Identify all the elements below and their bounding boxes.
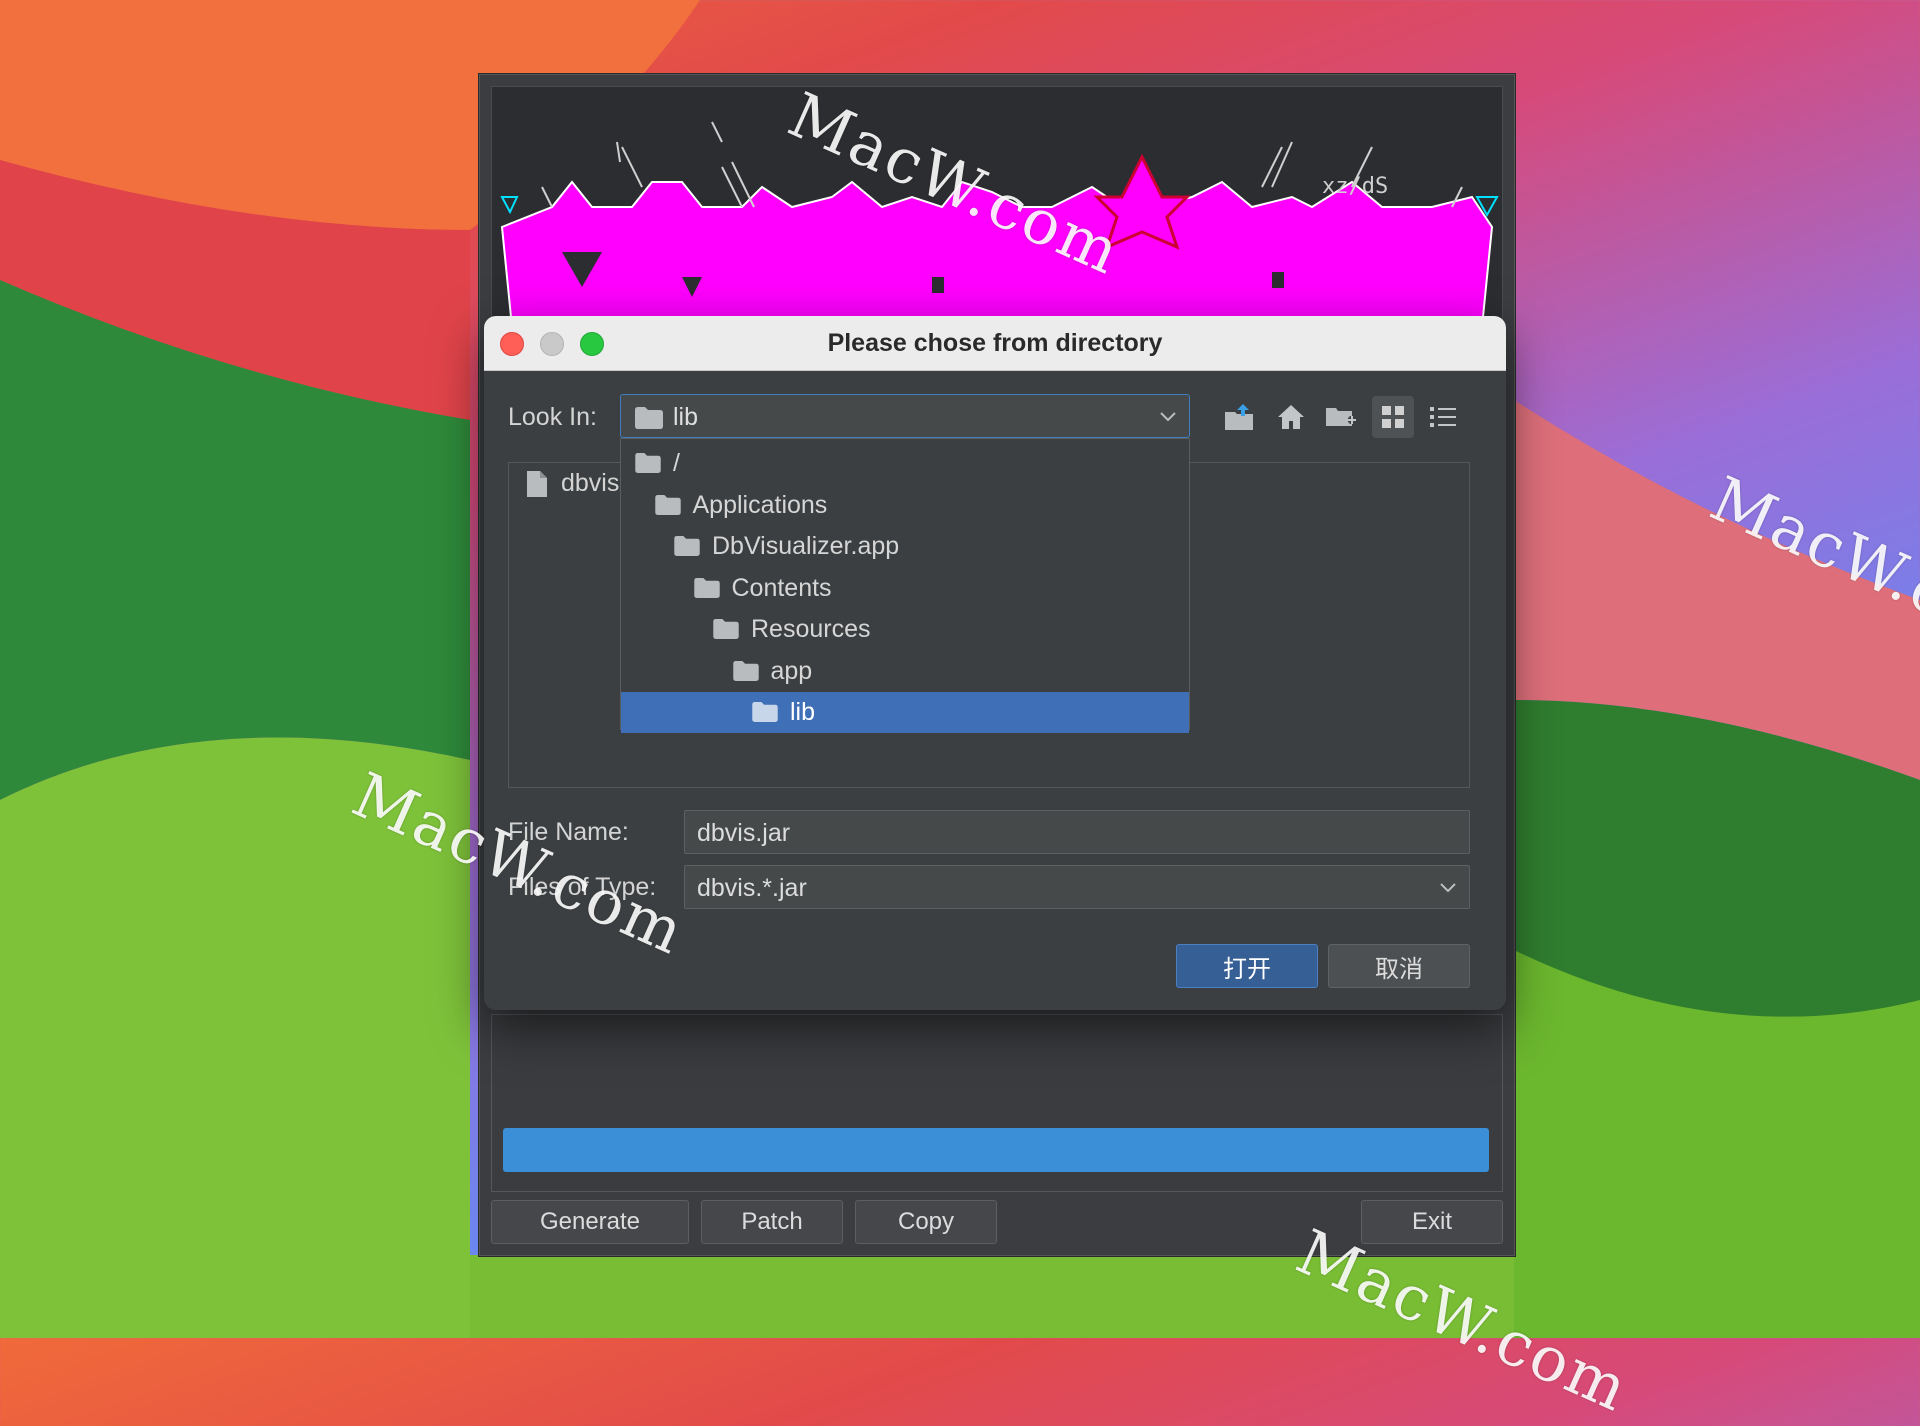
up-folder-icon[interactable] [1224,402,1254,432]
look-in-label: Look In: [508,403,597,431]
files-of-type-value: dbvis.*.jar [697,874,807,902]
folder-icon [693,577,720,598]
path-item-label: Applications [692,490,828,519]
file-item-name[interactable]: dbvis [561,469,619,498]
look-in-value: lib [673,403,699,431]
copy-button[interactable]: Copy [855,1200,997,1244]
folder-icon [732,660,759,681]
path-item-label: Resources [751,615,871,643]
generate-button[interactable]: Generate [491,1200,689,1244]
path-item-root[interactable]: / [621,443,1189,484]
new-folder-icon[interactable] [1326,402,1356,432]
file-name-value: dbvis.jar [697,819,791,847]
path-item-label: / [673,449,680,477]
close-window-button[interactable] [500,332,524,356]
zoom-window-button[interactable] [580,332,604,356]
path-item-label: lib [790,698,816,726]
path-item-dbvisualizer-app[interactable]: DbVisualizer.app [621,526,1189,567]
open-button[interactable]: 打开 [1176,944,1318,988]
progress-bar [503,1128,1489,1172]
file-name-field[interactable]: dbvis.jar [684,810,1470,854]
grid-view-icon[interactable] [1372,396,1414,438]
folder-icon [752,702,778,722]
exit-button[interactable]: Exit [1361,1200,1503,1244]
cancel-button[interactable]: 取消 [1328,944,1470,988]
path-item-label: app [770,656,813,685]
path-item-lib[interactable]: lib [621,692,1189,733]
look-in-combobox[interactable]: lib [620,394,1190,438]
folder-icon [635,453,661,473]
path-item-label: DbVisualizer.app [712,532,900,560]
path-item-contents[interactable]: Contents [621,568,1189,609]
banner-label: xz/dS [1322,174,1388,199]
path-item-applications[interactable]: Applications [621,485,1189,526]
file-icon [527,471,547,497]
chevron-down-icon[interactable] [1159,407,1177,425]
dialog-titlebar: Please chose from directory [484,316,1506,371]
chevron-down-icon[interactable] [1439,878,1457,896]
patch-button[interactable]: Patch [701,1200,843,1244]
path-item-resources[interactable]: Resources [621,609,1189,650]
list-view-icon[interactable] [1428,402,1458,432]
folder-icon [713,619,739,639]
home-icon[interactable] [1276,402,1306,432]
look-in-dropdown-list[interactable]: / Applications DbVisualizer.app Contents Res… [620,438,1190,733]
files-of-type-combobox[interactable]: dbvis.*.jar [684,865,1470,909]
folder-icon [635,407,663,429]
folder-icon [654,494,681,515]
path-item-label: Contents [731,573,832,602]
path-item-app[interactable]: app [621,651,1189,692]
dialog-title: Please chose from directory [827,328,1163,357]
folder-icon [674,536,700,556]
minimize-window-button[interactable] [540,332,564,356]
